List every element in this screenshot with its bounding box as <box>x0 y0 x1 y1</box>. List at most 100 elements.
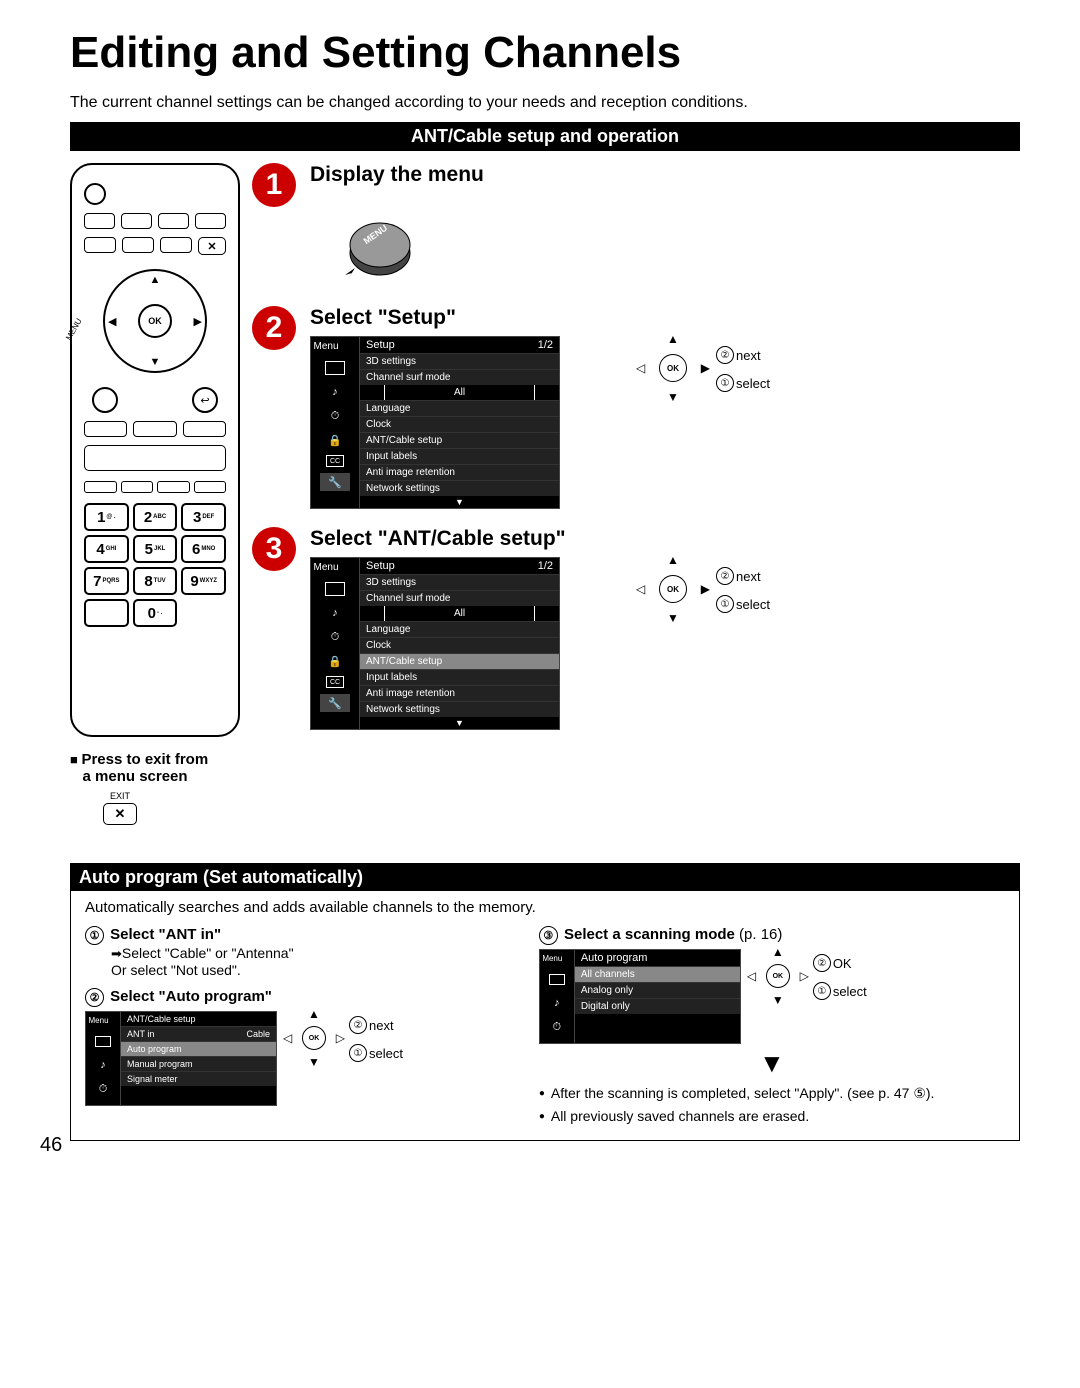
nav-select-label: ①select <box>349 1044 403 1062</box>
arrow-up-icon: ▲ <box>772 945 784 959</box>
exit-note: ■ Press to exit from a menu screen <box>70 751 240 785</box>
picture-icon <box>546 970 568 988</box>
color-btn <box>194 481 227 493</box>
auto-program-header: Auto program (Set automatically) <box>71 864 1019 891</box>
remote-top-btn <box>158 213 189 229</box>
arrow-up-icon: ▲ <box>667 332 679 346</box>
nav-ok-label: ②OK <box>813 954 867 972</box>
nav-pad: OK ▲ ▼ ◁ ▶ <box>638 557 708 621</box>
ok-button: OK <box>138 304 172 338</box>
keypad-3: 3DEF <box>181 503 226 531</box>
nav-pad: OK ▲ ▼ ◁ ▷ <box>749 949 807 1003</box>
step-1-title: Display the menu <box>310 163 1020 187</box>
nav-next-label: ②next <box>716 346 770 364</box>
return-btn: ↩ <box>192 387 218 413</box>
menu-label: Menu <box>309 341 362 356</box>
keypad-2: 2ABC <box>133 503 178 531</box>
substep-2: ② Select "Auto program" <box>85 988 509 1007</box>
menu-item: Clock <box>360 637 559 653</box>
arrow-down-icon: ▼ <box>772 993 784 1007</box>
page-number: 46 <box>40 1134 62 1157</box>
arrow-left-icon: ◀ <box>108 315 116 328</box>
menu-item-selected: All channels <box>575 966 740 982</box>
auto-program-desc: Automatically searches and adds availabl… <box>85 899 1005 916</box>
arrow-up-icon: ▲ <box>667 553 679 567</box>
nav-select-label: ①select <box>813 982 867 1000</box>
timer-icon: ⏱ <box>324 407 346 425</box>
menu-item: Network settings <box>360 480 559 496</box>
nav-next-label: ②next <box>716 567 770 585</box>
remote-top-btn <box>84 237 116 253</box>
keypad-4: 4GHI <box>84 535 129 563</box>
menu-label: Menu <box>84 1016 123 1029</box>
menu-item-selected: ANT/Cable setup <box>360 653 559 669</box>
cc-icon: CC <box>326 676 344 688</box>
section-bar: ANT/Cable setup and operation <box>70 122 1020 151</box>
down-arrow-icon: ▼ <box>539 1048 1005 1079</box>
audio-icon: ♪ <box>546 994 568 1012</box>
color-btn <box>157 481 190 493</box>
arrow-up-icon: ▲ <box>308 1007 320 1021</box>
menu-item: ANT inCable <box>121 1026 276 1041</box>
arrow-right-icon: ▶ <box>701 361 710 375</box>
menu-label: Menu <box>309 562 362 577</box>
arrow-left-icon: ◁ <box>636 361 645 375</box>
arrow-right-icon: ▷ <box>336 1031 345 1045</box>
picture-icon <box>92 1032 114 1050</box>
menu-item: Language <box>360 621 559 637</box>
menu-value: All <box>384 606 535 621</box>
remote-mid-btn <box>133 421 176 437</box>
menu-item-selected: Auto program <box>121 1041 276 1056</box>
dpad: OK ▲ ▼ ◀ ▶ <box>103 269 207 373</box>
remote-top-btn <box>121 213 152 229</box>
menu-value: All <box>384 385 535 400</box>
auto-program-box: Auto program (Set automatically) Automat… <box>70 863 1020 1141</box>
menu-item: Network settings <box>360 701 559 717</box>
auto-program-mini-screen: Menu ♪ ⏱ Auto program All channels Analo… <box>539 949 741 1044</box>
nav-select-label: ①select <box>716 595 770 613</box>
power-icon <box>84 183 106 205</box>
remote-top-btn <box>160 237 192 253</box>
lock-icon: 🔒 <box>324 652 346 670</box>
setup-icon: 🔧 <box>320 694 350 712</box>
arrow-right-icon: ▷ <box>800 969 809 983</box>
picture-icon <box>324 580 346 598</box>
menu-label: MENU <box>64 317 84 342</box>
arrow-down-icon: ▼ <box>308 1055 320 1069</box>
arrow-right-icon: ▶ <box>701 582 710 596</box>
menu-item: Analog only <box>575 982 740 998</box>
picture-icon <box>324 359 346 377</box>
color-btn <box>121 481 154 493</box>
menu-page: 1/2 <box>538 560 553 572</box>
keypad-9: 9WXYZ <box>181 567 226 595</box>
substep-3: ③ Select a scanning mode (p. 16) <box>539 926 1005 945</box>
step-3-title: Select "ANT/Cable setup" <box>310 527 1020 551</box>
lock-icon: 🔒 <box>324 431 346 449</box>
substep-1: ① Select "ANT in" <box>85 926 509 945</box>
arrow-left-icon: ◁ <box>283 1031 292 1045</box>
step-2-title: Select "Setup" <box>310 306 1020 330</box>
keypad-1: 1@ . <box>84 503 129 531</box>
menu-item: Signal meter <box>121 1071 276 1086</box>
ok-icon: OK <box>659 575 687 603</box>
menu-item: Digital only <box>575 998 740 1014</box>
bullet-1: After the scanning is completed, select … <box>539 1085 1005 1102</box>
more-icon: ▼ <box>360 496 559 508</box>
color-btn <box>84 481 117 493</box>
remote-bar <box>84 445 226 471</box>
setup-menu-screen: Menu ♪ ⏱ 🔒 CC 🔧 Setup1/2 3D settings <box>310 336 560 509</box>
menu-title: Setup <box>366 560 395 572</box>
nav-pad: OK ▲ ▼ ◁ ▶ <box>638 336 708 400</box>
step-1-badge: 1 <box>252 163 296 207</box>
remote-top-btn <box>84 213 115 229</box>
option-btn <box>92 387 118 413</box>
substep-1-text: ➡Select "Cable" or "Antenna"Or select "N… <box>111 945 509 978</box>
exit-icon: ✕ <box>198 237 226 255</box>
exit-label: EXIT <box>100 791 140 801</box>
keypad-5: 5JKL <box>133 535 178 563</box>
ok-icon: OK <box>766 964 790 988</box>
menu-item: Channel surf mode <box>360 369 559 385</box>
remote-top-btn <box>195 213 226 229</box>
keypad-7: 7PQRS <box>84 567 129 595</box>
menu-item: Input labels <box>360 669 559 685</box>
